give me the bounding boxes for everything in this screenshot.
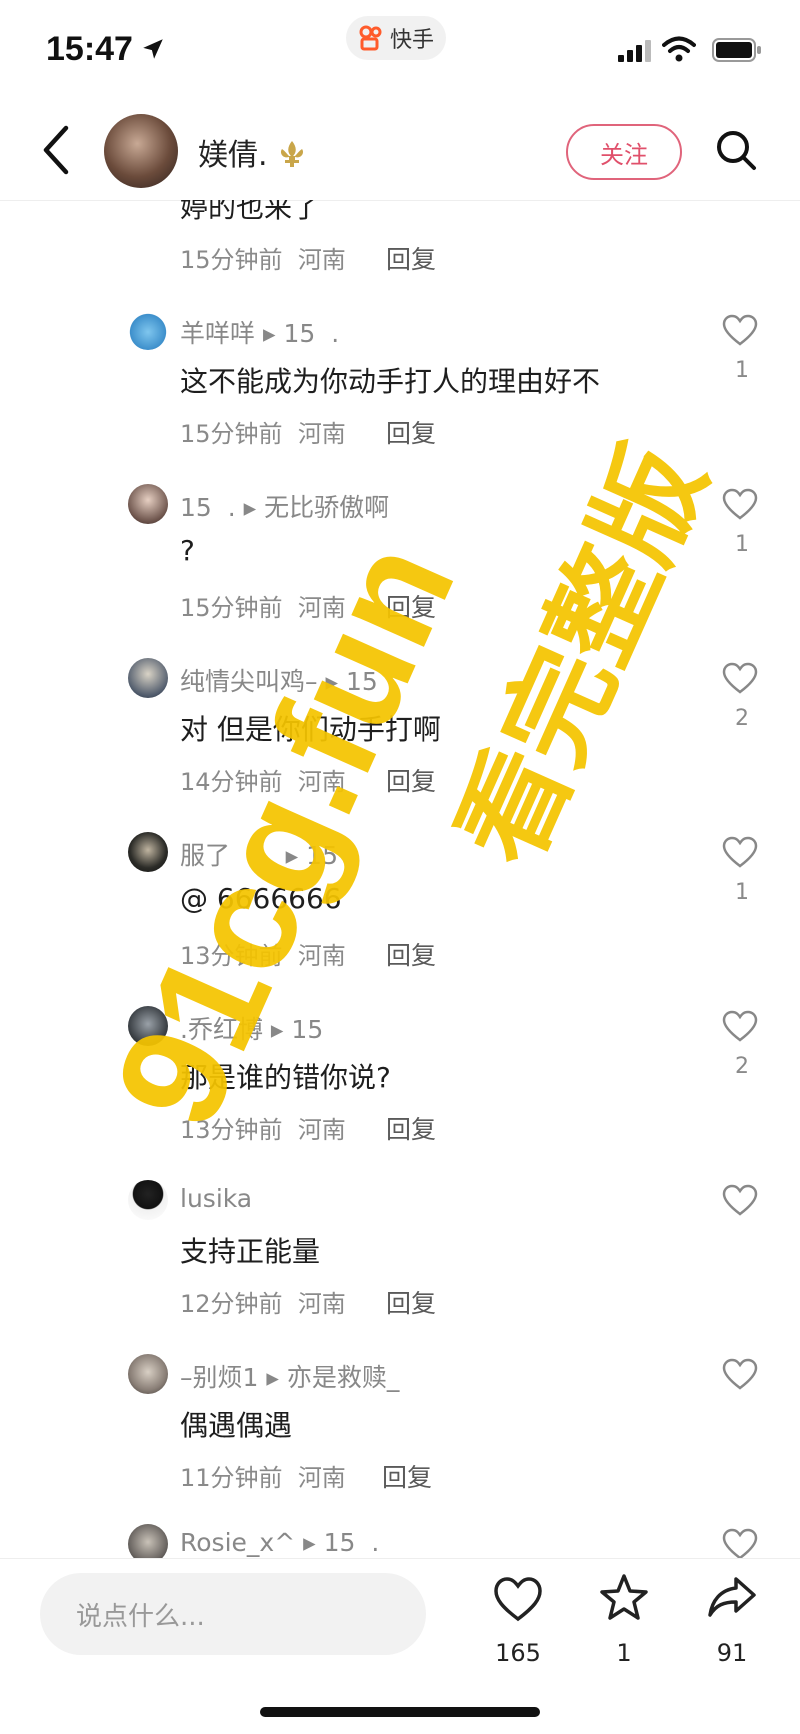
bottom-bar: 说点什么... 165 1 91 — [0, 1558, 800, 1734]
like-heart-icon[interactable] — [722, 314, 758, 346]
comment-avatar[interactable] — [128, 484, 168, 524]
author-name: 羊咩咩 — [180, 319, 256, 348]
reply-arrow-icon: ▸ — [262, 319, 276, 348]
comment-text: ? — [180, 534, 195, 567]
share-count: 91 — [716, 1639, 748, 1667]
comment-meta: 15分钟前 河南 — [180, 414, 346, 449]
like-heart-icon[interactable] — [722, 1358, 758, 1390]
reply-button[interactable]: 回复 — [386, 936, 436, 972]
comment-meta: 15分钟前 河南 — [180, 240, 346, 275]
comment-partial: 婷的也来了 15分钟前 河南 回复 — [0, 200, 800, 280]
author-name: lusika — [180, 1184, 253, 1213]
like-count: 1 — [735, 880, 749, 905]
comment-region: 河南 — [297, 1464, 346, 1492]
comment-item: –别烦1 ▸ 亦是救赎_ 偶遇偶遇 11分钟前 河南 回复 — [0, 1340, 800, 1500]
comment-text: 这不能成为你动手打人的理由好不 — [180, 365, 601, 398]
location-arrow-icon — [143, 39, 163, 59]
share-arrow-icon[interactable] — [706, 1573, 758, 1621]
comment-author[interactable]: Rosie_x^ ▸ 15 . — [180, 1528, 379, 1557]
reply-button[interactable]: 回复 — [386, 414, 436, 450]
author-name: Rosie_x^ — [180, 1528, 296, 1557]
comment-avatar[interactable] — [128, 832, 168, 872]
comment-region: 河南 — [297, 1290, 346, 1318]
profile-header: 媄倩. 关注 — [0, 100, 800, 201]
like-heart-icon[interactable] — [722, 1528, 758, 1558]
like-count: 165 — [495, 1639, 541, 1667]
like-heart-icon[interactable] — [722, 1010, 758, 1042]
comment-meta: 11分钟前 河南 — [180, 1458, 346, 1493]
reply-arrow-icon: ▸ — [243, 493, 257, 522]
like-heart-icon[interactable] — [492, 1575, 544, 1623]
username-text: 媄倩. — [198, 138, 268, 173]
fleur-de-lis-icon — [281, 141, 304, 167]
comment-meta: 12分钟前 河南 — [180, 1284, 346, 1319]
reply-target: 15 — [323, 1528, 356, 1557]
status-bar: 15:47 快手 — [0, 0, 800, 100]
back-arrow-icon[interactable] — [36, 122, 76, 178]
comment-author[interactable]: –别烦1 ▸ 亦是救赎_ — [180, 1358, 399, 1394]
comment-time: 12分钟前 — [180, 1290, 283, 1318]
comment-time: 15分钟前 — [180, 594, 283, 622]
comment-text: 偶遇偶遇 — [180, 1409, 293, 1442]
wifi-icon — [662, 36, 696, 62]
like-count: 1 — [735, 532, 749, 557]
like-count: 2 — [735, 706, 749, 731]
reply-button[interactable]: 回复 — [386, 240, 436, 276]
comment-author[interactable]: 15 . ▸ 无比骄傲啊 — [180, 488, 389, 524]
comment-region: 河南 — [297, 1116, 346, 1144]
author-name: 15 — [180, 493, 212, 522]
reply-arrow-icon: ▸ — [266, 1363, 279, 1392]
reply-button[interactable]: 回复 — [386, 1284, 436, 1320]
comment-avatar[interactable] — [128, 1354, 168, 1394]
comment-item: lusika 支持正能量 12分钟前 河南 回复 — [0, 1166, 800, 1326]
status-time: 15:47 — [46, 30, 133, 68]
comment-avatar[interactable] — [128, 1524, 168, 1558]
reply-button[interactable]: 回复 — [386, 1110, 436, 1146]
comment-item: Rosie_x^ ▸ 15 . — [0, 1514, 800, 1558]
reply-button[interactable]: 回复 — [382, 1458, 432, 1494]
home-indicator — [260, 1707, 540, 1717]
author-name: –别烦1 — [180, 1363, 259, 1392]
app-tag-label: 快手 — [390, 28, 435, 53]
reply-target: 无比骄傲啊 — [264, 493, 390, 522]
comment-avatar[interactable] — [128, 658, 168, 698]
kuaishou-logo-icon — [359, 25, 382, 51]
like-heart-icon[interactable] — [722, 662, 758, 694]
comment-avatar[interactable] — [128, 310, 168, 350]
reply-target: 15 — [283, 319, 316, 348]
comment-time: 15分钟前 — [180, 246, 283, 274]
comment-input-placeholder: 说点什么... — [76, 1601, 205, 1632]
app-tag: 快手 — [346, 16, 447, 60]
search-icon[interactable] — [714, 128, 758, 172]
comment-author[interactable]: 羊咩咩 ▸ 15 . — [180, 314, 339, 350]
comment-input[interactable]: 说点什么... — [40, 1573, 426, 1655]
comment-time: 15分钟前 — [180, 420, 283, 448]
comment-time: 11分钟前 — [180, 1464, 283, 1492]
username[interactable]: 媄倩. — [198, 130, 307, 174]
comment-text: 婷的也来了 — [180, 200, 321, 224]
battery-icon — [712, 38, 761, 62]
comment-text: 支持正能量 — [180, 1235, 321, 1268]
follow-button[interactable]: 关注 — [566, 124, 682, 180]
like-count: 2 — [735, 1054, 749, 1079]
user-avatar[interactable] — [104, 114, 178, 188]
comment-region: 河南 — [297, 420, 346, 448]
reply-target: 亦是救赎_ — [286, 1363, 400, 1392]
like-heart-icon[interactable] — [722, 836, 758, 868]
like-heart-icon[interactable] — [722, 1184, 758, 1216]
comment-item: 服了 ▸ 15 @ 6666666 13分钟前 河南 回复 1 — [0, 818, 800, 978]
comment-item: 羊咩咩 ▸ 15 . 这不能成为你动手打人的理由好不 15分钟前 河南 回复 1 — [0, 296, 800, 456]
collect-count: 1 — [616, 1639, 632, 1667]
star-collect-icon[interactable] — [598, 1573, 650, 1621]
reply-arrow-icon: ▸ — [303, 1528, 316, 1557]
comment-avatar[interactable] — [128, 1180, 168, 1220]
cellular-signal-icon — [618, 40, 651, 62]
comment-region: 河南 — [297, 246, 346, 274]
like-count: 1 — [735, 358, 749, 383]
comment-author[interactable]: lusika — [180, 1184, 252, 1213]
